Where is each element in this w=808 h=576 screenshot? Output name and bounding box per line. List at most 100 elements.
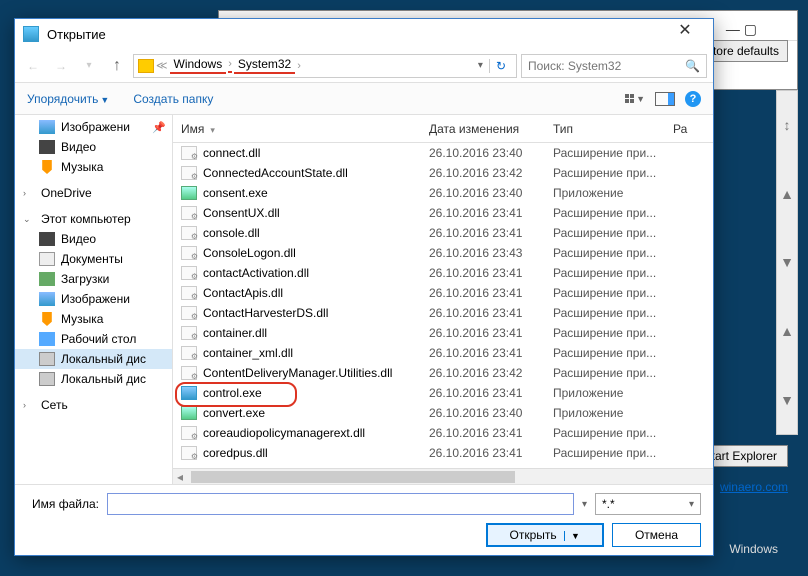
sidebar-item[interactable]: Локальный дис — [15, 349, 172, 369]
search-box[interactable]: 🔍 — [521, 54, 707, 78]
sidebar-item[interactable]: Изображени — [15, 289, 172, 309]
collapse-icon: ⌄ — [23, 214, 33, 225]
view-mode-button[interactable]: ▼ — [625, 94, 645, 104]
file-name: ContentDeliveryManager.Utilities.dll — [203, 366, 429, 380]
file-list-body[interactable]: connect.dll 26.10.2016 23:40 Расширение … — [173, 143, 713, 468]
file-row[interactable]: container.dll 26.10.2016 23:41 Расширени… — [173, 323, 713, 343]
file-name: ConsoleLogon.dll — [203, 246, 429, 260]
breadcrumb-windows[interactable]: Windows — [170, 57, 227, 74]
filetype-combo[interactable]: *.* ▾ — [595, 493, 701, 515]
file-row[interactable]: ContactApis.dll 26.10.2016 23:41 Расшире… — [173, 283, 713, 303]
file-type: Расширение при... — [553, 206, 673, 220]
file-icon — [181, 386, 197, 400]
open-button[interactable]: Открыть ▼ — [486, 523, 604, 547]
file-row[interactable]: console.dll 26.10.2016 23:41 Расширение … — [173, 223, 713, 243]
file-type: Расширение при... — [553, 246, 673, 260]
file-row[interactable]: coredpus.dll 26.10.2016 23:41 Расширение… — [173, 443, 713, 463]
file-date: 26.10.2016 23:42 — [429, 166, 553, 180]
arrow-up-icon[interactable]: ▲ — [780, 323, 794, 339]
titlebar: Открытие ✕ — [15, 19, 713, 49]
arrow-down-icon[interactable]: ▼ — [780, 392, 794, 408]
file-open-dialog: Открытие ✕ ← → ▾ ↑ ≪ Windows › System32 … — [14, 18, 714, 556]
search-input[interactable] — [528, 59, 685, 73]
file-icon — [181, 426, 197, 440]
file-row[interactable]: ConsentUX.dll 26.10.2016 23:41 Расширени… — [173, 203, 713, 223]
sidebar-network[interactable]: ›Сеть — [15, 395, 172, 415]
close-button[interactable]: ✕ — [665, 20, 705, 48]
preview-pane-button[interactable] — [655, 92, 675, 106]
file-icon — [181, 246, 197, 260]
chevron-right-icon[interactable]: › — [228, 58, 232, 73]
breadcrumb-system32[interactable]: System32 — [234, 57, 295, 74]
winaero-link[interactable]: winaero.com — [720, 480, 788, 494]
sidebar-item-label: Музыка — [61, 160, 103, 174]
help-icon[interactable]: ? — [685, 91, 701, 107]
file-name: ConsentUX.dll — [203, 206, 429, 220]
sidebar-thispc[interactable]: ⌄Этот компьютер — [15, 209, 172, 229]
sidebar-item[interactable]: Музыка — [15, 309, 172, 329]
file-type: Приложение — [553, 186, 673, 200]
sidebar-item[interactable]: Видео — [15, 137, 172, 157]
file-name: ConnectedAccountState.dll — [203, 166, 429, 180]
file-row[interactable]: connect.dll 26.10.2016 23:40 Расширение … — [173, 143, 713, 163]
recent-dropdown[interactable]: ▾ — [77, 54, 101, 78]
file-icon — [181, 406, 197, 420]
arrow-up-icon[interactable]: ▲ — [780, 186, 794, 202]
organize-menu[interactable]: Упорядочить▼ — [27, 92, 109, 106]
sidebar-item[interactable]: Загрузки — [15, 269, 172, 289]
sidebar-item-label: Загрузки — [61, 272, 109, 286]
column-size[interactable]: Ра — [673, 122, 699, 136]
filename-input[interactable] — [107, 493, 574, 515]
chevron-right-icon[interactable]: ≪ — [156, 59, 168, 72]
file-type: Расширение при... — [553, 306, 673, 320]
up-button[interactable]: ↑ — [105, 54, 129, 78]
file-row[interactable]: coreaudiopolicymanagerext.dll 26.10.2016… — [173, 423, 713, 443]
forward-button[interactable]: → — [49, 54, 73, 78]
search-icon[interactable]: 🔍 — [685, 59, 700, 73]
file-name: coreaudiopolicymanagerext.dll — [203, 426, 429, 440]
file-row[interactable]: consent.exe 26.10.2016 23:40 Приложение — [173, 183, 713, 203]
filename-dropdown[interactable]: ▾ — [582, 499, 587, 510]
side-toolbar: ↕ ▲ ▼ ▲ ▼ — [776, 90, 798, 435]
folder-icon — [39, 312, 55, 326]
sidebar-item[interactable]: Локальный дис — [15, 369, 172, 389]
chevron-right-icon[interactable]: › — [297, 60, 301, 72]
file-row[interactable]: ContactHarvesterDS.dll 26.10.2016 23:41 … — [173, 303, 713, 323]
arrow-down-icon[interactable]: ▼ — [780, 254, 794, 270]
file-row[interactable]: ConnectedAccountState.dll 26.10.2016 23:… — [173, 163, 713, 183]
file-icon — [181, 146, 197, 160]
arrow-up-icon[interactable]: ↕ — [784, 117, 791, 133]
address-dropdown[interactable]: ▾ — [474, 60, 487, 71]
back-button[interactable]: ← — [21, 54, 45, 78]
file-name: consent.exe — [203, 186, 429, 200]
sidebar-item[interactable]: Музыка — [15, 157, 172, 177]
address-bar[interactable]: ≪ Windows › System32 › ▾ ↻ — [133, 54, 517, 78]
file-date: 26.10.2016 23:40 — [429, 146, 553, 160]
expand-icon: › — [23, 188, 33, 198]
file-row[interactable]: control.exe 26.10.2016 23:41 Приложение — [173, 383, 713, 403]
sidebar-item-label: Музыка — [61, 312, 103, 326]
refresh-icon[interactable]: ↻ — [489, 59, 512, 73]
column-name[interactable]: Имя▾ — [181, 122, 429, 136]
horizontal-scrollbar[interactable]: ◂ — [173, 468, 713, 484]
window-controls-icon[interactable]: — ▢ — [726, 21, 757, 38]
folder-icon — [138, 59, 154, 73]
cancel-button[interactable]: Отмена — [612, 523, 701, 547]
sidebar-item[interactable]: Изображени📌 — [15, 117, 172, 137]
sidebar-item[interactable]: Видео — [15, 229, 172, 249]
file-row[interactable]: convert.exe 26.10.2016 23:40 Приложение — [173, 403, 713, 423]
file-type: Расширение при... — [553, 286, 673, 300]
file-row[interactable]: container_xml.dll 26.10.2016 23:41 Расши… — [173, 343, 713, 363]
sidebar-item[interactable]: Рабочий стол — [15, 329, 172, 349]
sidebar-item[interactable]: Документы — [15, 249, 172, 269]
new-folder-button[interactable]: Создать папку — [133, 92, 213, 106]
file-row[interactable]: ConsoleLogon.dll 26.10.2016 23:43 Расшир… — [173, 243, 713, 263]
file-type: Приложение — [553, 386, 673, 400]
file-row[interactable]: contactActivation.dll 26.10.2016 23:41 Р… — [173, 263, 713, 283]
file-date: 26.10.2016 23:41 — [429, 306, 553, 320]
column-date[interactable]: Дата изменения — [429, 122, 553, 136]
file-row[interactable]: ContentDeliveryManager.Utilities.dll 26.… — [173, 363, 713, 383]
column-type[interactable]: Тип — [553, 122, 673, 136]
sidebar-item-label: Локальный дис — [61, 352, 146, 366]
sidebar-onedrive[interactable]: ›OneDrive — [15, 183, 172, 203]
